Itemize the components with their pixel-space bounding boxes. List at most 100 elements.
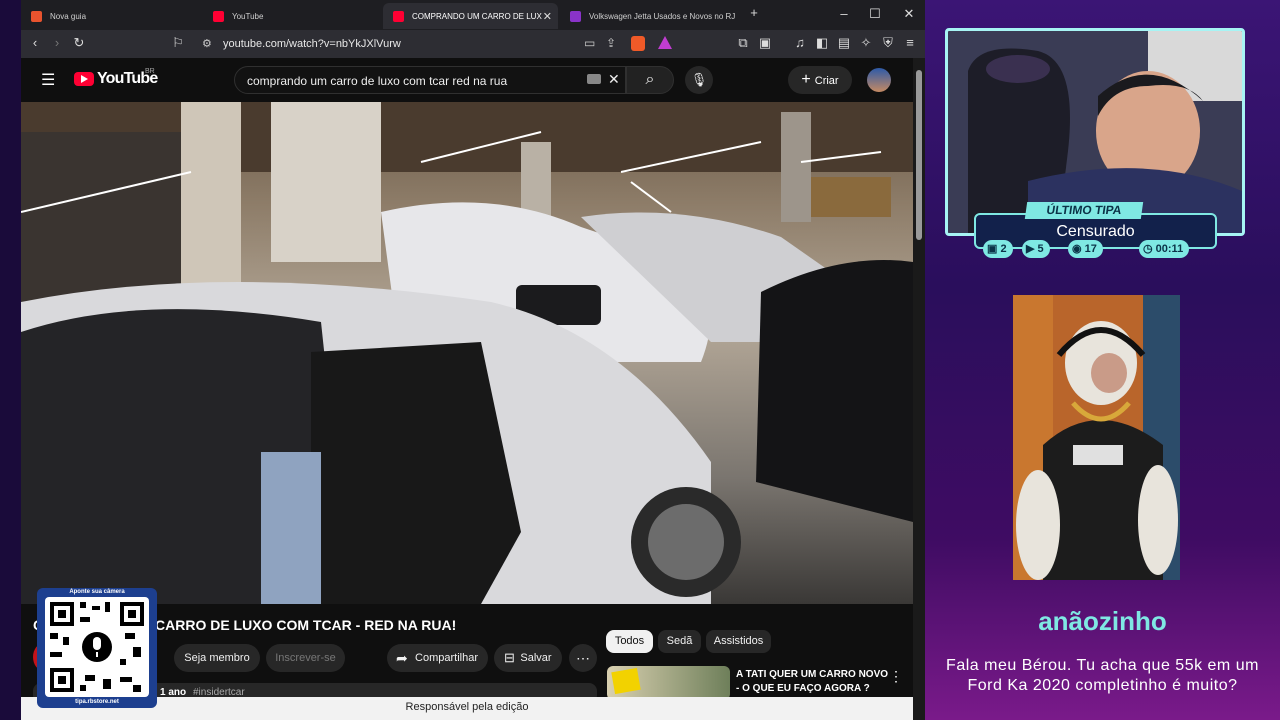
screenshot-icon[interactable]: ▣: [756, 35, 774, 51]
minimize-icon[interactable]: –: [834, 6, 854, 21]
join-button[interactable]: Seja membro: [174, 644, 260, 672]
stat-chat: ▣ 2: [983, 240, 1013, 258]
account-avatar[interactable]: [867, 68, 891, 92]
sidebar-icon[interactable]: ◧: [813, 35, 831, 51]
stream-overlay: Censurado ÚLTIMO TIPA ▣ 2 ▶ 5 ◉ 17 ◷ 00:…: [925, 0, 1280, 720]
brave-shields-icon[interactable]: [631, 36, 645, 51]
tab-label: YouTube: [232, 11, 264, 21]
wallet-icon[interactable]: ▤: [835, 35, 853, 51]
chip-seda[interactable]: Sedã: [658, 630, 701, 653]
stat-chat-value: 2: [1000, 243, 1007, 255]
clear-search-icon[interactable]: ✕: [608, 71, 620, 88]
recommended-thumbnail[interactable]: [607, 666, 730, 700]
close-window-icon[interactable]: ✕: [899, 6, 919, 22]
stat-tipa: ◉ 17: [1068, 240, 1103, 258]
subscribe-button[interactable]: Inscrever-se: [266, 644, 345, 672]
tab-nova-guia[interactable]: Nova guia: [21, 3, 203, 29]
save-button[interactable]: ⊟ Salvar: [494, 644, 562, 672]
recommended-title[interactable]: A TATI QUER UM CARRO NOVO - O QUE EU FAÇ…: [736, 668, 888, 696]
share-icon: ➦: [396, 650, 408, 666]
recommended-title-line1: A TATI QUER UM CARRO NOVO: [736, 669, 889, 680]
keyboard-icon[interactable]: [587, 74, 601, 84]
share-label: Compartilhar: [415, 652, 478, 664]
stat-video-value: 5: [1037, 243, 1044, 255]
last-tip-name: Censurado: [1056, 223, 1135, 240]
tab-label: COMPRANDO UM CARRO DE LUXO CO: [412, 11, 542, 21]
share-button[interactable]: ➦ Compartilhar: [387, 644, 488, 672]
search-query: comprando um carro de luxo com tcar red …: [247, 74, 508, 88]
tipa-icon: ◉: [1072, 243, 1085, 255]
scroll-thumb[interactable]: [916, 70, 922, 240]
chip-todos[interactable]: Todos: [606, 630, 653, 653]
monkey-image: [1013, 295, 1180, 580]
search-input[interactable]: comprando um carro de luxo com tcar red …: [234, 66, 626, 94]
video-player[interactable]: [21, 102, 913, 604]
tip-media-image: [1013, 295, 1180, 580]
search-button[interactable]: ⌕: [626, 66, 674, 94]
tab-label: Volkswagen Jetta Usados e Novos no RJ: [589, 11, 736, 21]
share-icon[interactable]: ⇪: [606, 36, 616, 50]
video-frame: [21, 102, 913, 604]
reload-icon[interactable]: ↻: [70, 35, 88, 51]
stat-video: ▶ 5: [1022, 240, 1050, 258]
create-button[interactable]: + Criar: [788, 66, 852, 94]
video-title: CARRO DE LUXO COM TCAR - RED NA RUA!: [155, 617, 457, 633]
search-icon: ⌕: [645, 71, 655, 88]
tab-label: Nova guia: [50, 11, 87, 21]
browser-toolbar: ‹ › ↻ ⚐ ⚙ youtube.com/watch?v=nbYkJXlVur…: [21, 30, 925, 58]
microphone-icon: 🎙: [690, 72, 708, 87]
bookmark-icon[interactable]: ⚐: [169, 35, 187, 51]
plus-icon: +: [801, 71, 811, 88]
page-scrollbar[interactable]: [913, 58, 925, 720]
last-tip-label: ÚLTIMO TIPA: [1024, 202, 1144, 219]
tipper-name: anãozinho: [1038, 606, 1167, 636]
video-icon: ▶: [1026, 243, 1038, 255]
tab-youtube[interactable]: YouTube: [203, 3, 383, 29]
create-label: Criar: [814, 75, 839, 87]
tab-video-active[interactable]: COMPRANDO UM CARRO DE LUXO CO ✕: [383, 3, 558, 29]
voice-search-button[interactable]: 🎙: [685, 66, 713, 94]
tab-bar: Nova guia YouTube COMPRANDO UM CARRO DE …: [21, 0, 925, 30]
youtube-logo-icon[interactable]: [74, 72, 94, 86]
extensions-icon[interactable]: ⧉: [734, 35, 752, 51]
save-bookmark-icon: ⊟: [504, 650, 515, 665]
vpn-icon[interactable]: ⛨: [879, 35, 897, 51]
more-icon: ⋯: [576, 650, 590, 666]
qr-top-text: Aponte sua câmera: [69, 589, 125, 595]
tab-olx[interactable]: Volkswagen Jetta Usados e Novos no RJ: [560, 3, 740, 29]
youtube-favicon-icon: [213, 10, 224, 22]
tip-message: Fala meu Bérou. Tu acha que 55k em um Fo…: [946, 657, 1259, 694]
qr-bottom-text: tipa.rbstore.net: [75, 699, 119, 705]
recommended-menu-icon[interactable]: ⋮: [889, 668, 903, 685]
qr-code-overlay: Aponte sua câmera tipa.rbstore.net: [37, 588, 157, 708]
youtube-header: ☰ YouTube BR comprando um carro de luxo …: [21, 58, 913, 102]
stat-clock: ◷ 00:11: [1139, 240, 1190, 258]
stat-clock-value: 00:11: [1155, 243, 1184, 255]
olx-favicon-icon: [570, 10, 581, 22]
more-actions-button[interactable]: ⋯: [569, 644, 597, 672]
url-text: youtube.com/watch?v=nbYkJXlVurw: [223, 38, 401, 50]
back-icon[interactable]: ‹: [26, 35, 44, 50]
site-settings-icon[interactable]: ⚙: [202, 37, 212, 50]
region-code: BR: [145, 68, 155, 75]
forward-icon[interactable]: ›: [48, 35, 66, 50]
qr-pattern: [50, 602, 144, 692]
brave-rewards-icon[interactable]: [658, 36, 672, 49]
close-tab-icon[interactable]: ✕: [543, 10, 552, 23]
media-icon[interactable]: ♫: [791, 35, 809, 50]
new-tab-button[interactable]: +: [744, 5, 764, 20]
leo-ai-icon[interactable]: ✧: [857, 35, 875, 51]
qr-code: [45, 597, 149, 697]
chat-icon: ▣: [987, 243, 1001, 255]
recommended-title-line2: - O QUE EU FAÇO AGORA ?: [736, 683, 870, 694]
maximize-icon[interactable]: ☐: [865, 6, 885, 22]
hamburger-menu-icon[interactable]: ☰: [41, 70, 55, 90]
clock-icon: ◷: [1143, 243, 1156, 255]
chip-assistidos[interactable]: Assistidos: [706, 630, 771, 653]
menu-icon[interactable]: ≡: [901, 35, 919, 50]
save-label: Salvar: [520, 652, 552, 664]
cast-icon[interactable]: ▭: [584, 36, 595, 50]
youtube-favicon-icon: [393, 10, 404, 22]
stat-tipa-value: 17: [1084, 243, 1097, 255]
address-bar[interactable]: ⚙ youtube.com/watch?v=nbYkJXlVurw ▭ ⇪: [196, 33, 651, 55]
